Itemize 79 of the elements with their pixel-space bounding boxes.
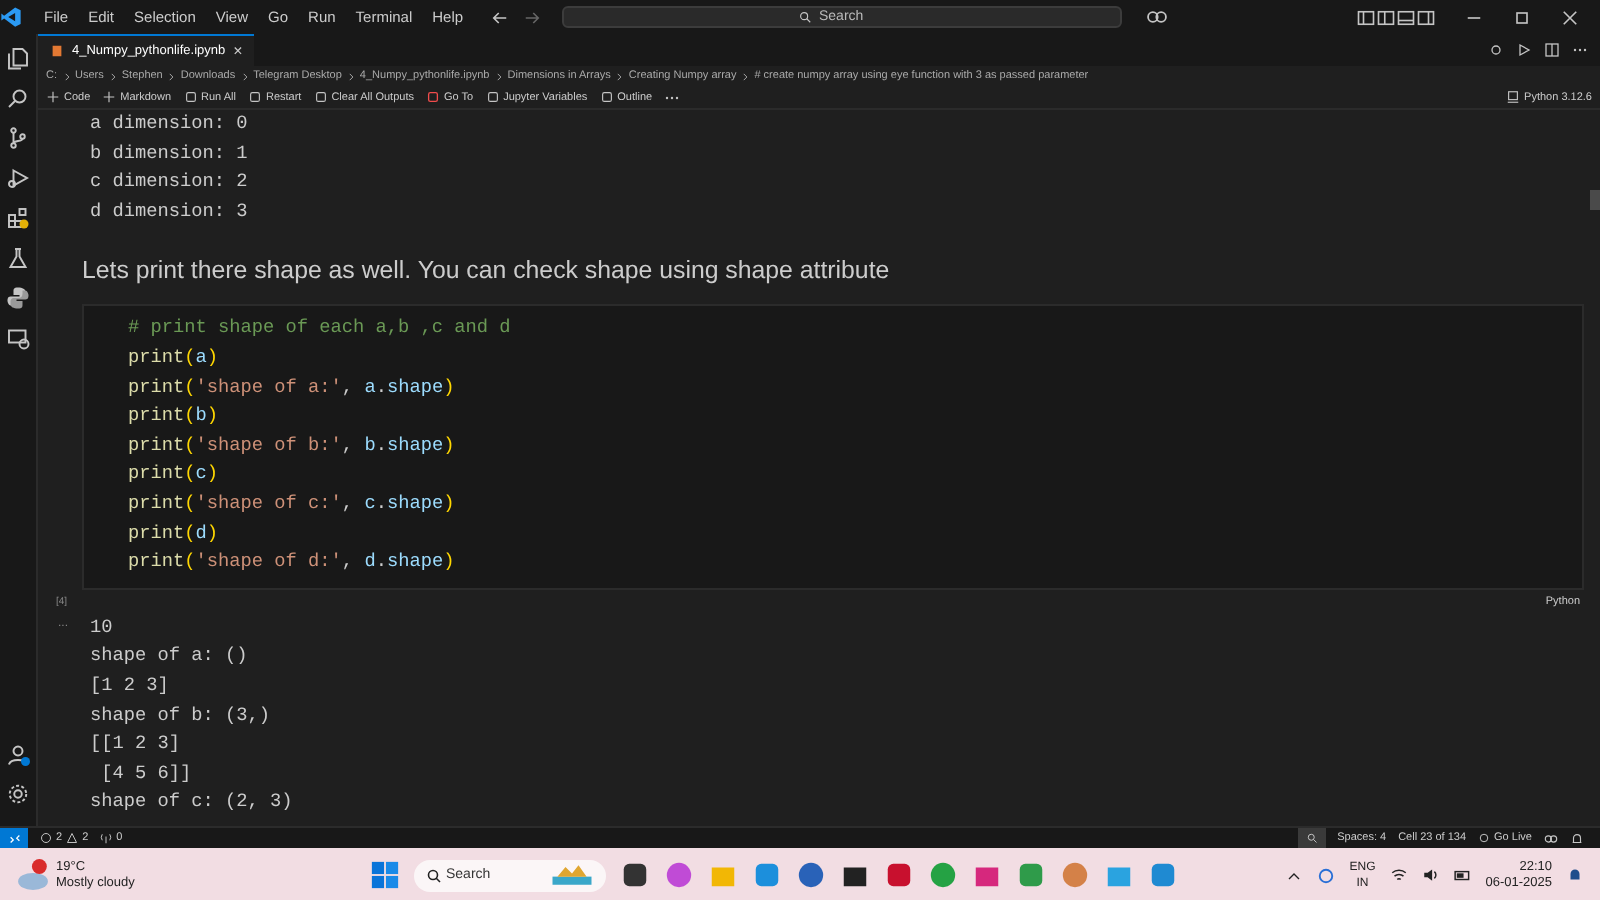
app-logo-icon bbox=[0, 6, 22, 28]
layout-icon[interactable] bbox=[1416, 7, 1436, 27]
toolbar-icon bbox=[599, 90, 614, 104]
volume-icon[interactable] bbox=[1421, 866, 1440, 884]
search-icon[interactable] bbox=[6, 86, 30, 110]
maximize-icon[interactable] bbox=[1512, 7, 1532, 27]
layout-icon[interactable] bbox=[1376, 7, 1396, 27]
toolbar-icon bbox=[46, 90, 60, 104]
python-icon[interactable] bbox=[6, 286, 30, 310]
output-line: [4 5 6]] bbox=[99, 759, 192, 788]
server-icon bbox=[1506, 90, 1521, 104]
notebook-icon bbox=[50, 44, 64, 58]
antenna-icon bbox=[100, 832, 113, 844]
toolbar-icon bbox=[247, 90, 262, 104]
notification-bell-icon[interactable] bbox=[1566, 866, 1584, 884]
back-arrow-icon[interactable] bbox=[489, 7, 510, 27]
chevron-icon bbox=[239, 71, 250, 81]
toolbar-icon bbox=[183, 90, 198, 104]
zoom-status[interactable] bbox=[1297, 828, 1326, 848]
bell-icon[interactable] bbox=[1570, 831, 1584, 845]
code-line: print('shape of a:', a.shape) bbox=[128, 373, 455, 402]
landscape-icon bbox=[550, 862, 594, 888]
close-tab-button[interactable]: × bbox=[233, 42, 243, 60]
search-icon bbox=[1305, 832, 1318, 844]
toolbar-icon bbox=[425, 90, 440, 104]
source-control-icon[interactable] bbox=[6, 126, 30, 150]
files-icon[interactable] bbox=[6, 46, 30, 70]
weather-icon[interactable] bbox=[16, 858, 50, 892]
wifi-icon[interactable] bbox=[1389, 866, 1408, 884]
remote-button[interactable] bbox=[0, 828, 28, 848]
output-line: b dimension: 1 bbox=[90, 139, 248, 168]
search-icon bbox=[426, 867, 442, 883]
chevron-icon bbox=[740, 71, 751, 81]
start-icon[interactable] bbox=[370, 860, 400, 890]
toolbar-icon bbox=[313, 90, 328, 104]
search-icon bbox=[797, 10, 812, 24]
chevron-icon bbox=[107, 71, 118, 81]
account-icon[interactable] bbox=[6, 742, 30, 766]
chevron-icon bbox=[493, 71, 504, 81]
scrollbar-thumb[interactable] bbox=[1590, 190, 1600, 210]
code-line: print('shape of d:', d.shape) bbox=[128, 548, 455, 577]
output-line: shape of b: (3,) bbox=[90, 701, 271, 729]
output-line: shape of a: () bbox=[90, 642, 248, 671]
markdown-text: Lets print there shape as well. You can check shape using shape attribute bbox=[82, 256, 892, 285]
split-editor-icon[interactable] bbox=[1544, 42, 1560, 58]
flask-icon[interactable] bbox=[6, 246, 30, 270]
run-icon[interactable] bbox=[1516, 42, 1532, 58]
warning-icon bbox=[66, 832, 79, 844]
remote-explorer-icon[interactable] bbox=[6, 326, 30, 350]
code-line: print(b) bbox=[128, 402, 219, 431]
toolbar-icon bbox=[102, 90, 117, 104]
output-line: d dimension: 3 bbox=[90, 197, 248, 226]
battery-icon[interactable] bbox=[1453, 866, 1472, 884]
layout-icon[interactable] bbox=[1396, 7, 1416, 27]
output-line: a dimension: 0 bbox=[90, 110, 248, 138]
output-line: [1 2 3] bbox=[90, 671, 169, 700]
error-icon bbox=[40, 832, 52, 844]
chevron-icon bbox=[61, 71, 71, 81]
extensions-icon[interactable] bbox=[6, 206, 30, 230]
run-debug-icon[interactable] bbox=[6, 166, 30, 190]
toolbar-icon bbox=[485, 90, 500, 104]
code-line: # print shape of each a,b ,c and d bbox=[128, 314, 511, 343]
code-line: print('shape of c:', c.shape) bbox=[128, 489, 455, 518]
code-line: print('shape of b:', b.shape) bbox=[128, 431, 455, 460]
close-icon[interactable] bbox=[1560, 7, 1580, 27]
code-line: print(a) bbox=[128, 343, 219, 372]
chevron-icon bbox=[345, 71, 356, 81]
forward-arrow-icon[interactable] bbox=[521, 7, 542, 27]
output-line: 10 bbox=[90, 613, 113, 642]
output-line: shape of c: (2, 3) bbox=[90, 788, 293, 817]
code-cell[interactable]: # print shape of each a,b ,c and d print(a) print('shape of a:', a.shape) print(b) print('shape of b:', b.shape) print(c) print('shape of c:', c.shape) print(d) print('shape of d:', d.shape) bbox=[82, 304, 1584, 590]
remote-icon bbox=[7, 831, 21, 845]
chevron-icon bbox=[166, 71, 177, 81]
layout-icon[interactable] bbox=[1356, 7, 1376, 27]
code-line: print(c) bbox=[128, 460, 219, 489]
output-line: [[1 2 3] bbox=[90, 730, 181, 759]
output-line: c dimension: 2 bbox=[90, 168, 248, 197]
chevron-icon bbox=[614, 71, 625, 81]
code-line: print(d) bbox=[128, 519, 219, 548]
